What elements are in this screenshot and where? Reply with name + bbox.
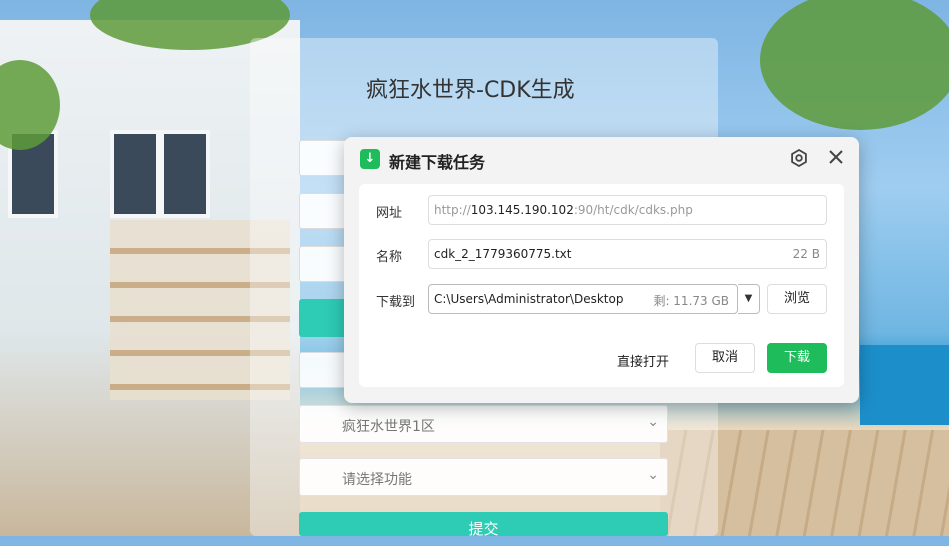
cancel-button[interactable]: 取消 (695, 343, 755, 373)
url-label: 网址 (376, 206, 403, 221)
function-select-value: 请选择功能 (342, 472, 412, 488)
chevron-down-icon: ⌄ (647, 467, 659, 483)
open-directly-link[interactable]: 直接打开 (617, 351, 669, 370)
save-to-label: 下载到 (376, 295, 416, 310)
save-path-value: C:\Users\Administrator\Desktop (434, 292, 624, 306)
server-select-value: 疯狂水世界1区 (342, 419, 435, 435)
url-prefix: http:// (434, 203, 471, 217)
background-sea (860, 345, 949, 425)
browse-button[interactable]: 浏览 (767, 284, 827, 314)
save-path-field[interactable]: C:\Users\Administrator\Desktop 剩: 11.73 … (428, 284, 738, 314)
free-space: 剩: 11.73 GB (653, 294, 729, 308)
dialog-body: 网址 http://103.145.190.102:90/ht/cdk/cdks… (359, 184, 844, 387)
background-window (110, 130, 160, 218)
file-name-field[interactable]: cdk_2_1779360775.txt 22 B (428, 239, 827, 269)
file-name-value: cdk_2_1779360775.txt (434, 247, 572, 261)
dialog-title: 新建下载任务 (389, 153, 486, 172)
chevron-down-icon: ⌄ (647, 414, 659, 430)
name-label: 名称 (376, 250, 403, 265)
background-foliage (760, 0, 949, 130)
submit-button[interactable]: 提交 (299, 512, 668, 538)
gear-icon[interactable] (790, 149, 808, 167)
background-window (160, 130, 210, 218)
page-title: 疯狂水世界-CDK生成 (366, 78, 575, 103)
download-app-icon: ↓ (360, 149, 380, 169)
new-download-dialog: ↓ 新建下载任务 网址 http://103.145.190.102:90/ht… (344, 137, 859, 403)
save-path-dropdown[interactable]: ▼ (738, 284, 760, 314)
url-host: 103.145.190.102 (470, 203, 574, 217)
download-button[interactable]: 下载 (767, 343, 827, 373)
url-field[interactable]: http://103.145.190.102:90/ht/cdk/cdks.ph… (428, 195, 827, 225)
server-select[interactable]: 疯狂水世界1区 ⌄ (299, 405, 668, 443)
file-size: 22 B (792, 247, 820, 261)
url-rest: :90/ht/cdk/cdks.php (573, 203, 693, 217)
function-select[interactable]: 请选择功能 ⌄ (299, 458, 668, 496)
close-icon[interactable] (827, 148, 845, 166)
